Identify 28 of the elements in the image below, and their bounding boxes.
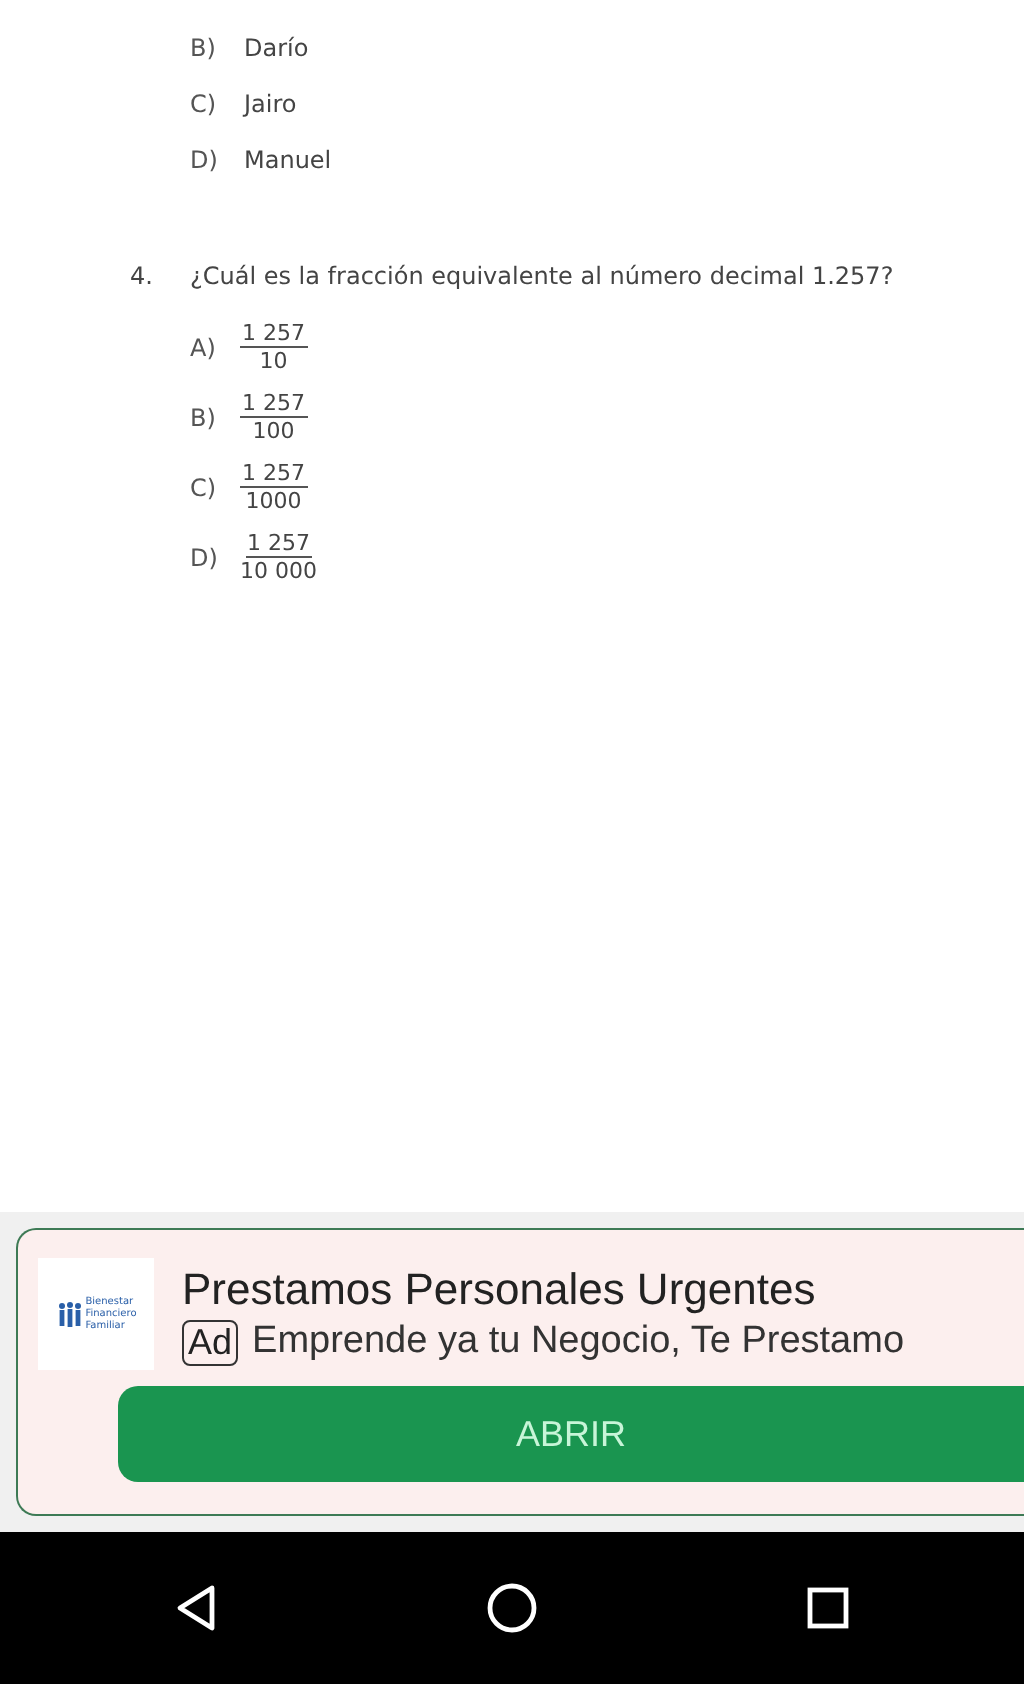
question-text: ¿Cuál es la fracción equivalente al número decimal 1.257?: [190, 262, 894, 290]
fraction-denominator: 10 000: [240, 558, 317, 584]
fraction-denominator: 1000: [245, 488, 302, 514]
back-icon[interactable]: [174, 1584, 218, 1632]
ad-description: Emprende ya tu Negocio, Te Prestamo: [252, 1320, 905, 1364]
option-text: Jairo: [244, 88, 297, 122]
fraction-numerator: 1 257: [240, 460, 307, 488]
ad-title: Prestamos Personales Urgentes: [182, 1263, 818, 1315]
option-letter: D): [190, 144, 220, 178]
option-letter: C): [190, 88, 219, 122]
option-letter: A): [190, 333, 218, 361]
option-text: Darío: [244, 32, 309, 66]
family-icon: [55, 1300, 84, 1328]
fraction-numerator: 1 257: [240, 320, 307, 348]
option-letter: B): [190, 403, 218, 431]
option-text: Manuel: [244, 144, 332, 178]
fraction-numerator: 1 257: [245, 530, 312, 558]
question-number: 4.: [130, 262, 155, 290]
fraction-numerator: 1 257: [240, 390, 307, 418]
option-letter: D): [190, 543, 220, 571]
open-button[interactable]: ABRIR: [118, 1386, 1024, 1482]
option-letter: C): [190, 473, 219, 501]
recents-icon[interactable]: [806, 1586, 850, 1630]
ad-label: Ad: [182, 1319, 239, 1365]
home-icon[interactable]: [486, 1582, 538, 1634]
option-letter: B): [190, 32, 218, 66]
fraction-denominator: 100: [252, 418, 295, 444]
fraction-denominator: 10: [259, 348, 288, 374]
